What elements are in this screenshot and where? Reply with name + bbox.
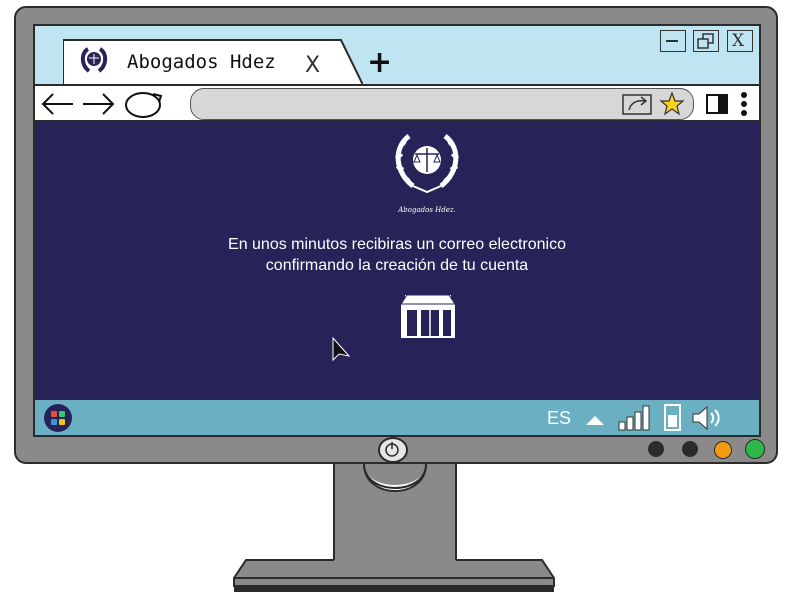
- forward-arrow-icon[interactable]: [81, 90, 117, 118]
- law-firm-logo-icon: [395, 134, 459, 194]
- mouse-cursor-icon: [332, 336, 351, 362]
- new-tab-button[interactable]: +: [367, 48, 392, 78]
- browser-toolbar: [35, 84, 759, 122]
- confirmation-message: En unos minutos recibiras un correo elec…: [35, 234, 759, 276]
- minimize-button[interactable]: [660, 30, 686, 52]
- start-button-icon[interactable]: [43, 403, 73, 433]
- monitor-led-green: [745, 439, 765, 459]
- confirmation-message-line1: En unos minutos recibiras un correo elec…: [228, 236, 566, 253]
- monitor-led-2: [682, 441, 698, 457]
- language-indicator[interactable]: ES: [547, 408, 571, 429]
- logo-caption: Abogados Hdez.: [398, 206, 456, 214]
- close-window-button[interactable]: X: [727, 30, 753, 52]
- storefront-home-icon[interactable]: [399, 294, 457, 340]
- monitor-led-1: [648, 441, 664, 457]
- tab-title: Abogados Hdez: [127, 51, 276, 73]
- tab-close-icon[interactable]: X: [305, 53, 320, 78]
- signal-strength-icon[interactable]: [617, 404, 653, 432]
- show-hidden-icons-icon[interactable]: [584, 413, 606, 427]
- sidebar-panel-icon[interactable]: [705, 93, 729, 115]
- bookmark-star-icon[interactable]: [659, 91, 685, 117]
- battery-icon[interactable]: [663, 403, 683, 433]
- address-bar[interactable]: [190, 88, 694, 120]
- close-icon: X: [732, 31, 745, 51]
- page-content: Abogados Hdez. En unos minutos recibiras…: [35, 122, 759, 400]
- back-arrow-icon[interactable]: [39, 90, 75, 118]
- reload-icon[interactable]: [123, 88, 167, 120]
- menu-kebab-icon[interactable]: [738, 91, 750, 119]
- confirmation-message-line2: confirmando la creación de tu cuenta: [265, 257, 529, 274]
- os-taskbar: ES: [35, 400, 759, 435]
- minimize-icon: [666, 40, 678, 42]
- restore-icon: [697, 33, 714, 49]
- volume-icon[interactable]: [691, 404, 725, 432]
- tab-favicon-logo-icon: [79, 45, 108, 73]
- monitor-led-orange: [714, 441, 732, 459]
- monitor-stand: [233, 463, 555, 592]
- monitor-screen: + X Abogados Hdez X Abogados Hdez. En un…: [33, 24, 761, 437]
- restore-button[interactable]: [693, 30, 719, 52]
- share-icon[interactable]: [621, 92, 655, 116]
